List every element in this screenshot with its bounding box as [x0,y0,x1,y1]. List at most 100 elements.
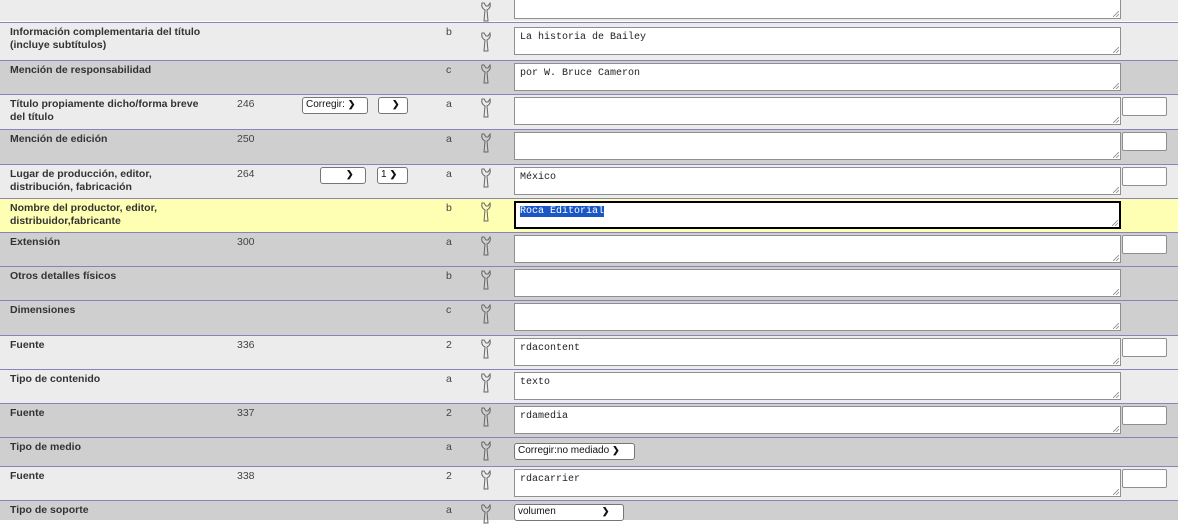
wrench-icon[interactable] [479,406,493,428]
resize-grip-icon[interactable] [1113,47,1119,53]
subfield-code: 2 [446,339,452,351]
resize-grip-icon[interactable] [1113,289,1119,295]
field-tag: 264 [237,168,255,180]
field-row-nombre-productor: Nombre del productor, editor, distribuid… [0,198,1178,232]
resize-grip-icon[interactable] [1113,426,1119,432]
field-label: Información complementaria del título (i… [10,26,201,51]
resize-grip-icon[interactable] [1113,117,1119,123]
field-row-dimensiones: Dimensiones c [0,300,1178,335]
wrench-icon[interactable] [479,503,493,525]
chevron-down-icon: ❯ [389,169,398,179]
wrench-icon[interactable] [479,1,493,23]
field-label: Dimensiones [10,304,76,316]
field-label: Fuente [10,407,45,419]
select-value: 1 [381,169,387,180]
select-value: volumen [518,506,556,517]
value-textarea-focused[interactable]: Roca Editorial [514,201,1121,229]
chevron-down-icon: ❯ [346,169,354,179]
chevron-down-icon: ❯ [612,445,620,455]
field-label: Extensión [10,236,61,248]
indicator-select-2[interactable]: 1 ❯ [377,167,408,184]
value-textarea[interactable]: texto [514,372,1121,400]
extra-input[interactable] [1122,338,1167,357]
resize-grip-icon[interactable] [1113,392,1119,398]
tipo-soporte-select[interactable]: volumen ❯ [514,504,624,521]
value-textarea[interactable]: rdamedia [514,406,1121,434]
selected-text: Roca Editorial [520,206,605,217]
indicator-select-1[interactable]: ❯ [320,167,366,184]
wrench-icon[interactable] [479,201,493,223]
tipo-medio-select[interactable]: Corregir:no mediado ❯ [514,443,635,460]
value-textarea[interactable]: México [514,167,1121,195]
wrench-icon[interactable] [479,303,493,325]
select-value: Corregir: [306,99,345,110]
value-textarea[interactable]: rdacontent [514,338,1121,366]
field-row-informacion-complementaria: Información complementaria del título (i… [0,22,1178,60]
resize-grip-icon[interactable] [1113,358,1119,364]
wrench-icon[interactable] [479,440,493,462]
field-row-mencion-responsabilidad: Mención de responsabilidad c por W. Bruc… [0,60,1178,94]
wrench-icon[interactable] [479,235,493,257]
value-textarea[interactable]: por W. Bruce Cameron [514,63,1121,91]
field-label: Nombre del productor, editor, distribuid… [10,202,158,227]
extra-input[interactable] [1122,469,1167,488]
wrench-icon[interactable] [479,132,493,154]
subfield-code: a [446,133,452,145]
field-row-lugar-produccion: Lugar de producción, editor, distribució… [0,164,1178,198]
field-row-otros-detalles: Otros detalles físicos b [0,266,1178,300]
extra-input[interactable] [1122,167,1167,186]
resize-grip-icon[interactable] [1112,220,1118,226]
field-label: Otros detalles físicos [10,270,117,282]
field-label: Mención de responsabilidad [10,64,152,76]
subfield-code: a [446,168,452,180]
wrench-icon[interactable] [479,97,493,119]
subfield-code: b [446,202,452,214]
wrench-icon[interactable] [479,63,493,85]
field-tag: 336 [237,339,255,351]
subfield-code: a [446,373,452,385]
field-tag: 246 [237,98,255,110]
resize-grip-icon[interactable] [1113,489,1119,495]
subfield-code: 2 [446,470,452,482]
value-textarea[interactable] [514,132,1121,160]
resize-grip-icon[interactable] [1113,255,1119,261]
field-row-fuente-337: Fuente 337 2 rdamedia [0,403,1178,437]
value-textarea[interactable]: La historia de Bailey [514,27,1121,55]
chevron-down-icon: ❯ [347,99,356,109]
subfield-code: a [446,504,452,516]
subfield-code: b [446,26,452,38]
resize-grip-icon[interactable] [1113,323,1119,329]
resize-grip-icon[interactable] [1113,83,1119,89]
resize-grip-icon[interactable] [1113,11,1119,17]
value-textarea[interactable]: rdacarrier [514,469,1121,497]
extra-input[interactable] [1122,406,1167,425]
value-textarea[interactable] [514,303,1121,331]
value-textarea[interactable] [514,0,1121,19]
extra-input[interactable] [1122,235,1167,254]
wrench-icon[interactable] [479,372,493,394]
value-textarea[interactable] [514,97,1121,125]
wrench-icon[interactable] [479,269,493,291]
wrench-icon[interactable] [479,469,493,491]
wrench-icon[interactable] [479,338,493,360]
value-textarea[interactable] [514,269,1121,297]
indicator-select-2[interactable]: ❯ [378,97,408,114]
field-row-tipo-medio: Tipo de medio a Corregir:no mediado ❯ [0,437,1178,466]
field-row-titulo-propiamente: Título propiamente dicho/forma breve del… [0,94,1178,129]
field-row-extension: Extensión 300 a [0,232,1178,266]
resize-grip-icon[interactable] [1113,152,1119,158]
subfield-code: a [446,441,452,453]
wrench-icon[interactable] [479,31,493,53]
resize-grip-icon[interactable] [1113,187,1119,193]
wrench-icon[interactable] [479,167,493,189]
field-tag: 300 [237,236,255,248]
field-label: Tipo de contenido [10,373,101,385]
field-label: Tipo de medio [10,441,81,453]
field-label: Fuente [10,339,45,351]
indicator-select-1[interactable]: Corregir: ❯ [302,97,368,114]
extra-input[interactable] [1122,132,1167,151]
subfield-code: a [446,98,452,110]
extra-input[interactable] [1122,97,1167,116]
subfield-code: b [446,270,452,282]
value-textarea[interactable] [514,235,1121,263]
